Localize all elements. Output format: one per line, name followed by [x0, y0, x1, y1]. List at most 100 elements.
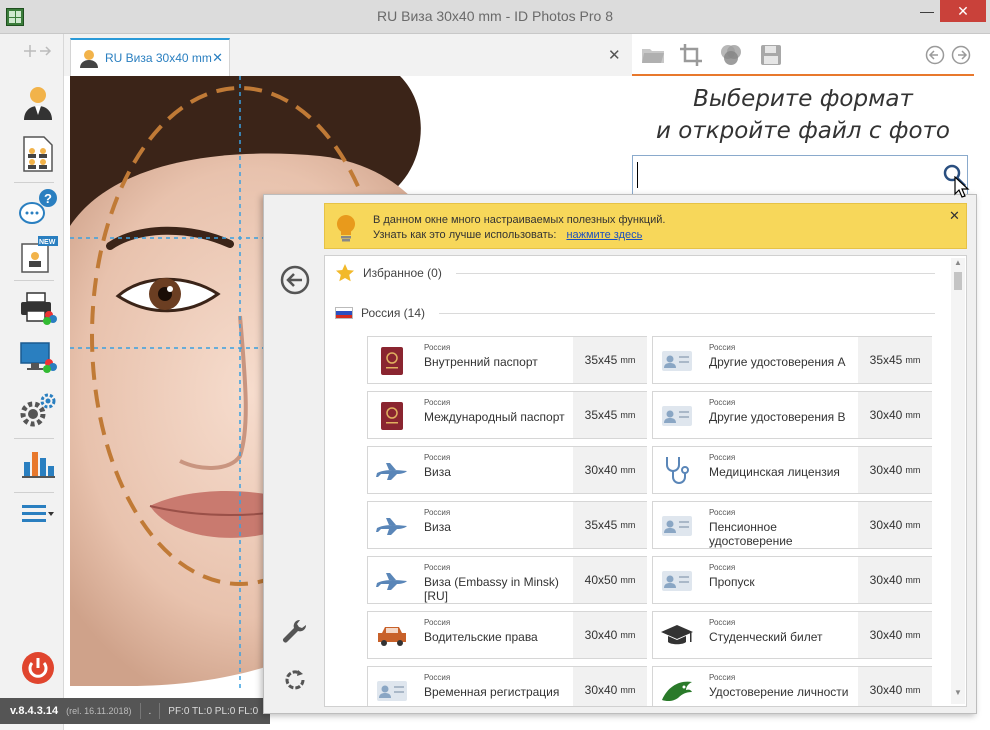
format-list: Избранное (0) Россия (14) Россия Внутрен…	[324, 255, 967, 707]
format-card[interactable]: Россия Другие удостоверения В 30x40 mm	[652, 391, 932, 439]
open-folder-icon[interactable]	[640, 42, 666, 68]
card-title: Пенсионное удостоверение	[709, 520, 793, 548]
toolbar-divider	[14, 280, 54, 281]
card-country: Россия	[424, 563, 451, 572]
photo-sheet-icon[interactable]	[18, 134, 58, 174]
size-unit: mm	[905, 575, 921, 585]
card-country: Россия	[709, 453, 736, 462]
card-size: 30x40 mm	[573, 612, 647, 658]
card-title: Временная регистрация	[424, 685, 560, 699]
card-title: Водительские права	[424, 630, 538, 644]
size-unit: mm	[620, 685, 636, 695]
size-value: 35x45	[584, 518, 618, 532]
hint-help-link[interactable]: нажмите здесь	[566, 229, 642, 241]
format-card[interactable]: Россия Пропуск 30x40 mm	[652, 556, 932, 604]
group-russia[interactable]: Россия (14)	[335, 302, 935, 324]
toolbar-divider	[14, 492, 54, 493]
card-size: 35x45 mm	[573, 502, 647, 548]
format-card[interactable]: Россия Международный паспорт 35x45 mm	[367, 391, 647, 439]
card-size: 30x40 mm	[858, 502, 932, 548]
monitor-color-icon[interactable]	[18, 338, 58, 378]
toolbar-divider	[14, 182, 54, 183]
hint-text: Узнать как это лучше использовать:	[373, 229, 557, 241]
status-divider	[159, 703, 161, 719]
svg-text:NEW: NEW	[39, 239, 56, 246]
settings-gears-icon[interactable]	[18, 390, 58, 430]
accent-divider	[632, 74, 974, 76]
size-value: 30x40	[584, 628, 618, 642]
format-card[interactable]: Россия Виза (Embassy in Minsk) [RU] 40x5…	[367, 556, 647, 604]
minimize-button[interactable]: —	[914, 0, 940, 22]
format-card[interactable]: Россия Виза 35x45 mm	[367, 501, 647, 549]
printer-icon[interactable]	[18, 288, 58, 328]
card-country: Россия	[709, 563, 736, 572]
card-title: Другие удостоверения В	[709, 410, 846, 424]
scroll-up-arrow-icon[interactable]: ▲	[954, 258, 962, 267]
refresh-icon[interactable]	[282, 667, 308, 696]
title-bar: RU Виза 30x40 mm - ID Photos Pro 8 — ✕	[0, 0, 990, 34]
format-card[interactable]: Россия Водительские права 30x40 mm	[367, 611, 647, 659]
wrench-icon[interactable]	[282, 619, 308, 648]
toolbar-divider	[14, 438, 54, 439]
format-card[interactable]: Россия Внутренний паспорт 35x45 mm	[367, 336, 647, 384]
scrollbar-thumb[interactable]	[954, 272, 962, 290]
color-filter-icon[interactable]	[718, 42, 744, 68]
group-divider	[439, 312, 935, 314]
close-window-button[interactable]: ✕	[940, 0, 986, 22]
card-title: Виза	[424, 520, 451, 534]
format-card[interactable]: Россия Пенсионное удостоверение 30x40 mm	[652, 501, 932, 549]
card-country: Россия	[424, 453, 451, 462]
group-label: Россия (14)	[361, 306, 426, 320]
move-icon[interactable]	[18, 36, 58, 66]
size-unit: mm	[905, 630, 921, 640]
group-favorites[interactable]: Избранное (0)	[335, 262, 935, 284]
card-size: 30x40 mm	[858, 667, 932, 706]
format-card[interactable]: Россия Другие удостоверения А 35x45 mm	[652, 336, 932, 384]
undo-arrow-icon[interactable]	[922, 42, 948, 68]
back-arrow-icon[interactable]	[280, 265, 310, 298]
help-chat-icon[interactable]: ?	[18, 188, 58, 228]
format-card[interactable]: Россия Временная регистрация 30x40 mm	[367, 666, 647, 706]
airplane-icon	[374, 510, 410, 542]
scroll-down-arrow-icon[interactable]: ▼	[954, 688, 962, 697]
russia-flag-icon	[335, 307, 353, 319]
tab-label: RU Виза 30x40 mm	[105, 51, 212, 65]
passport-icon	[374, 345, 410, 377]
card-size: 30x40 mm	[573, 667, 647, 706]
id-card-icon	[659, 510, 695, 542]
close-all-tabs-button[interactable]: ✕	[608, 46, 621, 64]
id-card-icon	[659, 400, 695, 432]
crop-icon[interactable]	[678, 42, 704, 68]
format-search-input[interactable]	[637, 162, 937, 188]
format-list-scrollbar[interactable]: ▲ ▼	[951, 258, 965, 704]
format-card[interactable]: Россия Студенческий билет 30x40 mm	[652, 611, 932, 659]
release-date: (rel. 16.11.2018)	[66, 706, 132, 716]
card-country: Россия	[424, 508, 451, 517]
passport-icon	[374, 400, 410, 432]
airplane-icon	[374, 565, 410, 597]
status-divider	[139, 703, 141, 719]
new-template-icon[interactable]: NEW	[18, 234, 58, 274]
hint-text-line1: В данном окне много настраиваемых полезн…	[373, 214, 666, 226]
card-size: 35x45 mm	[573, 392, 647, 438]
format-card[interactable]: Россия Удостоверение личности 30x40 mm	[652, 666, 932, 706]
redo-arrow-icon[interactable]	[948, 42, 974, 68]
statistics-chart-icon[interactable]	[18, 442, 58, 482]
tab-close-button[interactable]: ✕	[212, 50, 223, 66]
power-off-icon[interactable]	[18, 648, 58, 688]
save-disk-icon[interactable]	[758, 42, 784, 68]
format-card[interactable]: Россия Виза 30x40 mm	[367, 446, 647, 494]
person-photo-icon[interactable]	[18, 82, 58, 122]
size-value: 30x40	[869, 463, 903, 477]
hint-close-button[interactable]: ✕	[949, 208, 960, 224]
version-label: v.8.4.3.14	[10, 705, 59, 717]
format-card[interactable]: Россия Медицинская лицензия 30x40 mm	[652, 446, 932, 494]
tab-ru-visa[interactable]: RU Виза 30x40 mm ✕	[70, 38, 230, 76]
size-unit: mm	[620, 355, 636, 365]
menu-list-icon[interactable]	[18, 494, 58, 534]
person-tab-icon	[80, 50, 98, 68]
format-search-box	[632, 155, 968, 195]
size-unit: mm	[620, 630, 636, 640]
car-icon	[374, 620, 410, 652]
size-unit: mm	[905, 520, 921, 530]
